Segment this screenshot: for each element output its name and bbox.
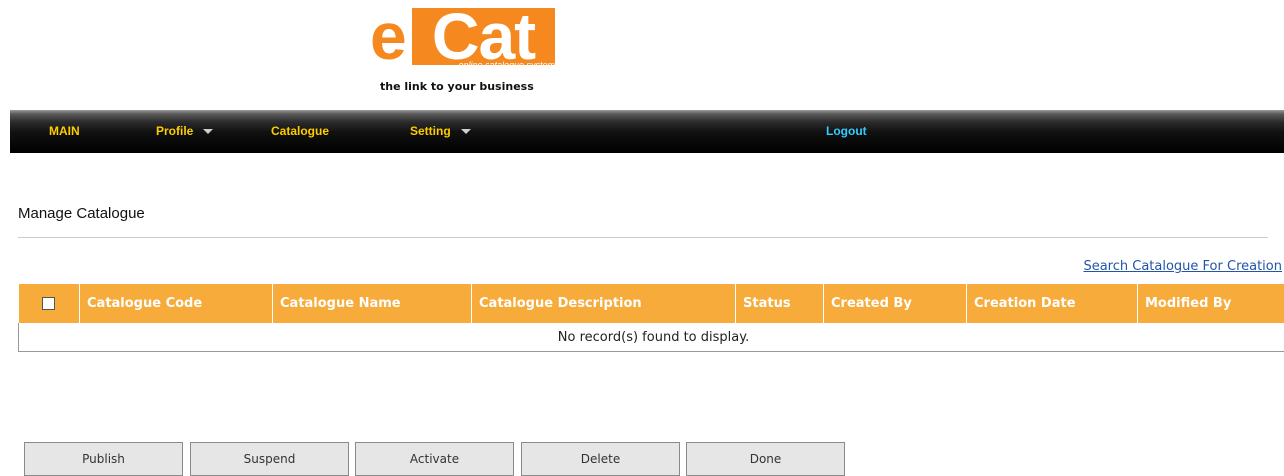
nav-setting-label: Setting xyxy=(410,124,451,138)
publish-button[interactable]: Publish xyxy=(24,442,183,476)
col-status[interactable]: Status xyxy=(736,284,824,323)
ecat-logo: e Cat online catalogue system the link t… xyxy=(368,8,568,94)
nav-profile[interactable]: Profile xyxy=(156,124,213,138)
nav-setting[interactable]: Setting xyxy=(410,124,471,138)
select-all-cell xyxy=(19,284,80,323)
col-catalogue-code[interactable]: Catalogue Code xyxy=(80,284,273,323)
nav-main[interactable]: MAIN xyxy=(49,124,80,138)
page-title: Manage Catalogue xyxy=(18,205,145,222)
nav-profile-label: Profile xyxy=(156,124,193,138)
nav-catalogue[interactable]: Catalogue xyxy=(271,124,329,138)
done-button[interactable]: Done xyxy=(686,442,845,476)
col-modified-by[interactable]: Modified By xyxy=(1138,284,1284,323)
col-creation-date[interactable]: Creation Date xyxy=(967,284,1138,323)
delete-button[interactable]: Delete xyxy=(521,442,680,476)
col-catalogue-name[interactable]: Catalogue Name xyxy=(273,284,472,323)
logo-subtitle: online catalogue system xyxy=(412,60,555,70)
chevron-down-icon xyxy=(203,129,213,134)
col-catalogue-description[interactable]: Catalogue Description xyxy=(472,284,736,323)
catalogue-table: Catalogue Code Catalogue Name Catalogue … xyxy=(18,284,1284,352)
table-row: No record(s) found to display. xyxy=(19,323,1284,352)
select-all-checkbox[interactable] xyxy=(42,297,55,310)
chevron-down-icon xyxy=(461,129,471,134)
table-header-row: Catalogue Code Catalogue Name Catalogue … xyxy=(19,284,1284,323)
col-created-by[interactable]: Created By xyxy=(824,284,967,323)
empty-message: No record(s) found to display. xyxy=(19,323,1284,352)
search-catalogue-link[interactable]: Search Catalogue For Creation xyxy=(1083,259,1282,274)
logo-tagline: the link to your business xyxy=(380,80,534,93)
suspend-button[interactable]: Suspend xyxy=(190,442,349,476)
nav-logout[interactable]: Logout xyxy=(826,124,867,138)
activate-button[interactable]: Activate xyxy=(355,442,514,476)
logo-e-letter: e xyxy=(370,0,405,76)
top-nav-bar: MAIN Profile Catalogue Setting Logout xyxy=(10,110,1284,153)
title-divider xyxy=(18,237,1268,238)
